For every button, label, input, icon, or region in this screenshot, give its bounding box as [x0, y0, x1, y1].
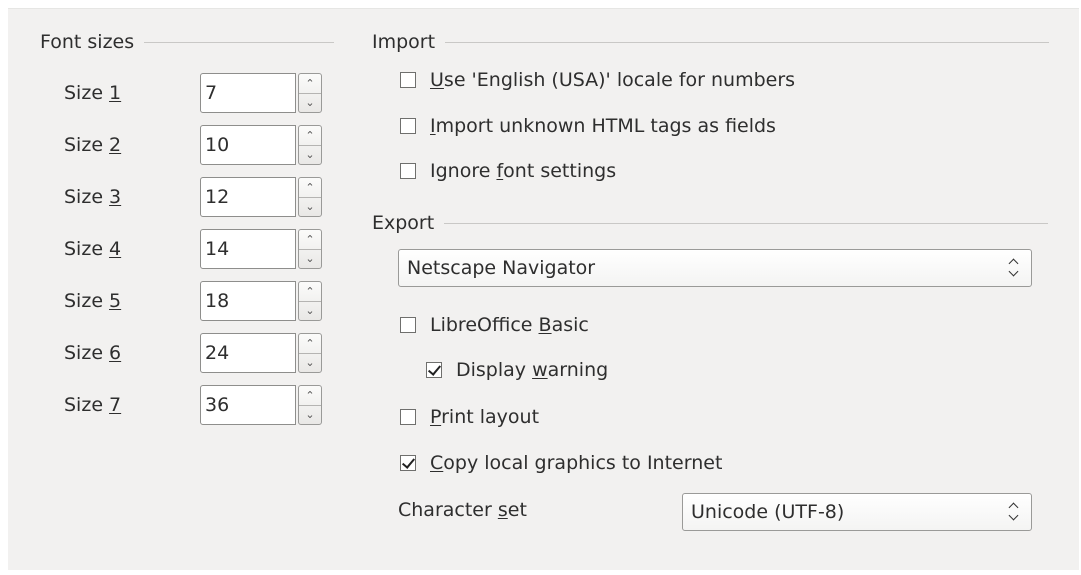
libreoffice-basic-box[interactable] — [400, 317, 416, 333]
chevron-up-icon[interactable]: ⌃ — [299, 230, 321, 249]
print-layout-box[interactable] — [400, 409, 416, 425]
export-browser-select[interactable]: Netscape Navigator — [398, 249, 1032, 287]
font-size-6-spinbox[interactable]: 24 ⌃ ⌄ — [200, 333, 326, 373]
import-title: Import — [372, 31, 436, 53]
libreoffice-basic-checkbox[interactable]: LibreOffice Basic — [400, 314, 589, 336]
font-size-4-label: Size 4 — [64, 238, 122, 260]
use-english-locale-box[interactable] — [400, 72, 416, 88]
chevron-up-icon[interactable]: ⌃ — [299, 126, 321, 145]
spin-buttons[interactable]: ⌃ ⌄ — [298, 177, 322, 217]
ignore-font-settings-label: Ignore font settings — [430, 160, 617, 182]
font-size-6-label: Size 6 — [64, 342, 122, 364]
font-size-7-input[interactable]: 36 — [200, 385, 296, 425]
print-layout-checkbox[interactable]: Print layout — [400, 406, 539, 428]
display-warning-checkbox[interactable]: Display warning — [426, 359, 608, 381]
spin-buttons[interactable]: ⌃ ⌄ — [298, 229, 322, 269]
chevron-down-icon[interactable]: ⌄ — [299, 196, 321, 217]
font-size-1-spinbox[interactable]: 7 ⌃ ⌄ — [200, 73, 326, 113]
copy-local-graphics-box[interactable] — [400, 455, 416, 471]
font-size-2-spinbox[interactable]: 10 ⌃ ⌄ — [200, 125, 326, 165]
select-arrows-icon — [1009, 258, 1019, 278]
font-size-5-input[interactable]: 18 — [200, 281, 296, 321]
chevron-up-icon[interactable]: ⌃ — [299, 334, 321, 353]
font-size-2-label: Size 2 — [64, 134, 122, 156]
copy-local-graphics-checkbox[interactable]: Copy local graphics to Internet — [400, 452, 722, 474]
spin-buttons[interactable]: ⌃ ⌄ — [298, 73, 322, 113]
display-warning-box[interactable] — [426, 362, 442, 378]
spin-buttons[interactable]: ⌃ ⌄ — [298, 125, 322, 165]
import-heading: Import — [372, 31, 1050, 53]
chevron-down-icon[interactable]: ⌄ — [299, 404, 321, 425]
chevron-up-icon[interactable]: ⌃ — [299, 178, 321, 197]
chevron-down-icon[interactable]: ⌄ — [299, 248, 321, 269]
chevron-down-icon[interactable]: ⌄ — [299, 144, 321, 165]
character-set-label: Character set — [398, 499, 527, 521]
export-divider — [444, 222, 1049, 224]
copy-local-graphics-label: Copy local graphics to Internet — [430, 452, 723, 474]
export-browser-value: Netscape Navigator — [407, 257, 596, 279]
font-size-4-input[interactable]: 14 — [200, 229, 296, 269]
font-size-1-label: Size 1 — [64, 82, 122, 104]
spin-buttons[interactable]: ⌃ ⌄ — [298, 281, 322, 321]
import-unknown-tags-box[interactable] — [400, 118, 416, 134]
ignore-font-settings-box[interactable] — [400, 163, 416, 179]
import-unknown-tags-label: Import unknown HTML tags as fields — [430, 115, 776, 137]
font-size-7-spinbox[interactable]: 36 ⌃ ⌄ — [200, 385, 326, 425]
chevron-down-icon[interactable]: ⌄ — [299, 300, 321, 321]
use-english-locale-label: Use 'English (USA)' locale for numbers — [430, 69, 796, 91]
font-size-3-spinbox[interactable]: 12 ⌃ ⌄ — [200, 177, 326, 217]
font-size-5-label: Size 5 — [64, 290, 122, 312]
import-unknown-tags-checkbox[interactable]: Import unknown HTML tags as fields — [400, 115, 776, 137]
chevron-up-icon[interactable]: ⌃ — [299, 386, 321, 405]
font-size-3-label: Size 3 — [64, 186, 122, 208]
spin-buttons[interactable]: ⌃ ⌄ — [298, 385, 322, 425]
font-size-6-input[interactable]: 24 — [200, 333, 296, 373]
font-size-7-label: Size 7 — [64, 394, 122, 416]
chevron-up-icon[interactable]: ⌃ — [299, 74, 321, 93]
html-options-panel: Font sizes Size 1 7 ⌃ ⌄ Size 2 10 ⌃ ⌄ Size 3 12 ⌃ ⌄… — [8, 8, 1079, 570]
select-arrows-icon — [1009, 502, 1019, 522]
font-sizes-title: Font sizes — [40, 31, 135, 53]
font-size-4-spinbox[interactable]: 14 ⌃ ⌄ — [200, 229, 326, 269]
font-size-3-input[interactable]: 12 — [200, 177, 296, 217]
export-title: Export — [372, 212, 435, 234]
font-sizes-heading: Font sizes — [40, 31, 335, 53]
character-set-value: Unicode (UTF-8) — [691, 501, 845, 523]
font-sizes-divider — [144, 41, 335, 43]
font-size-2-input[interactable]: 10 — [200, 125, 296, 165]
import-divider — [445, 41, 1050, 43]
export-heading: Export — [372, 212, 1049, 234]
character-set-select[interactable]: Unicode (UTF-8) — [682, 493, 1032, 531]
spin-buttons[interactable]: ⌃ ⌄ — [298, 333, 322, 373]
chevron-down-icon[interactable]: ⌄ — [299, 352, 321, 373]
font-size-5-spinbox[interactable]: 18 ⌃ ⌄ — [200, 281, 326, 321]
display-warning-label: Display warning — [456, 359, 609, 381]
ignore-font-settings-checkbox[interactable]: Ignore font settings — [400, 160, 616, 182]
use-english-locale-checkbox[interactable]: Use 'English (USA)' locale for numbers — [400, 69, 795, 91]
font-size-1-input[interactable]: 7 — [200, 73, 296, 113]
chevron-up-icon[interactable]: ⌃ — [299, 282, 321, 301]
libreoffice-basic-label: LibreOffice Basic — [430, 314, 589, 336]
print-layout-label: Print layout — [430, 406, 540, 428]
chevron-down-icon[interactable]: ⌄ — [299, 92, 321, 113]
